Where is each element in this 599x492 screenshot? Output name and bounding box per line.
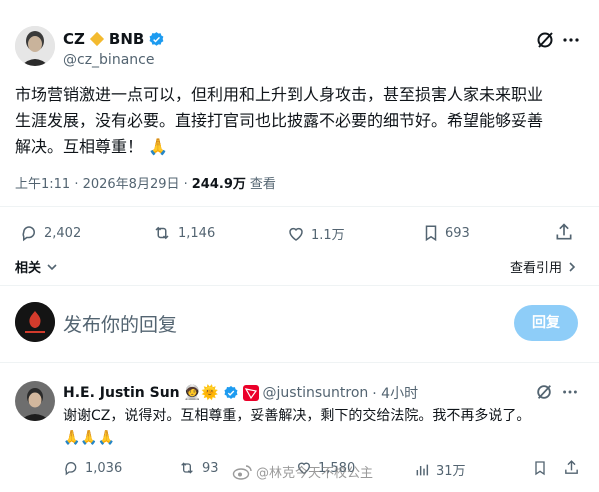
divider xyxy=(0,362,599,363)
view-count: 244.9万 xyxy=(191,177,246,192)
tweet-timestamp[interactable]: 上午1:11 · 2026年8月29日 · xyxy=(15,173,188,192)
reply-body: 谢谢CZ，说得对。互相尊重，妥善解决，剩下的交给法院。我不再多说了。 xyxy=(63,408,531,424)
tweet-body-line: 市场营销激进一点可以，但利用和上升到人身攻击，甚至损害人家未来职业 xyxy=(15,85,544,104)
reply-input[interactable]: 发布你的回复 xyxy=(63,310,177,337)
cz-avatar[interactable] xyxy=(15,26,55,66)
view-count-label: 查看 xyxy=(249,177,276,192)
tweet-body-line: 解决。互相尊重！ xyxy=(15,137,144,156)
analytics-icon xyxy=(414,462,430,478)
reply-reply-action[interactable]: 1,036 xyxy=(63,460,122,476)
reply-retweet-action[interactable]: 93 xyxy=(178,460,219,476)
divider xyxy=(0,285,599,286)
divider xyxy=(0,206,599,207)
reply-author-name[interactable]: H.E. Justin Sun xyxy=(63,385,180,401)
tron-logo-icon xyxy=(242,385,259,401)
justin-sun-avatar[interactable] xyxy=(15,381,55,421)
retweet-icon xyxy=(178,460,196,476)
bookmark-icon[interactable] xyxy=(533,460,547,476)
author-handle[interactable]: @cz_binance xyxy=(63,52,154,68)
verified-badge-icon xyxy=(223,385,239,401)
reply-time[interactable]: · 4小时 xyxy=(372,383,418,403)
bnb-diamond-icon xyxy=(89,31,105,47)
weibo-logo-icon xyxy=(232,464,252,480)
retweet-icon xyxy=(152,224,172,242)
reply-retweet-count: 93 xyxy=(202,460,219,476)
reply-author-emojis: 🧑‍🚀🌞 xyxy=(183,385,219,401)
tweet-body-line: 生涯发展，没有必要。直接打官司也比披露不必要的细节好。希望能够妥善 xyxy=(15,111,544,130)
weibo-watermark: @林克今天不校公主 xyxy=(232,462,373,481)
share-icon[interactable] xyxy=(554,222,574,242)
related-label: 相关 xyxy=(15,261,42,276)
reply-submit-button[interactable]: 回复 xyxy=(514,305,578,341)
reply-view-count: 31万 xyxy=(436,464,466,479)
bookmark-icon xyxy=(423,224,439,242)
reply-icon xyxy=(20,224,38,242)
reply-emoji-line: 🙏🙏🙏 xyxy=(63,430,116,446)
grok-icon[interactable] xyxy=(535,30,555,50)
reply-count: 2,402 xyxy=(44,225,82,241)
reply-action[interactable]: 2,402 xyxy=(20,224,81,242)
watermark-text: @林克今天不校公主 xyxy=(256,466,374,481)
grok-icon[interactable] xyxy=(535,383,553,401)
share-icon[interactable] xyxy=(563,459,580,476)
author-name[interactable]: CZ xyxy=(63,30,85,48)
verified-badge-icon xyxy=(148,31,165,48)
view-quotes-label: 查看引用 xyxy=(510,261,563,276)
reply-icon xyxy=(63,460,79,476)
view-quotes-link[interactable]: 查看引用 xyxy=(510,257,578,276)
reply-reply-count: 1,036 xyxy=(85,460,123,476)
chevron-down-icon xyxy=(45,260,59,274)
bookmark-count: 693 xyxy=(445,225,470,241)
like-action[interactable]: 1.1万 xyxy=(287,224,345,243)
chevron-right-icon xyxy=(566,260,578,274)
retweet-count: 1,146 xyxy=(178,225,216,241)
pray-emoji: 🙏 xyxy=(148,137,169,156)
reply-handle[interactable]: @justinsuntron xyxy=(263,385,369,401)
reply-views-action[interactable]: 31万 xyxy=(414,460,466,479)
more-options-icon[interactable] xyxy=(561,30,581,50)
like-count: 1.1万 xyxy=(311,228,345,243)
heart-icon xyxy=(287,225,305,243)
retweet-action[interactable]: 1,146 xyxy=(152,224,215,242)
user-avatar[interactable] xyxy=(15,302,55,342)
tweet-body: 市场营销激进一点可以，但利用和上升到人身攻击，甚至损害人家未来职业 生涯发展，没… xyxy=(15,82,590,160)
author-name-suffix[interactable]: BNB xyxy=(109,30,144,48)
bookmark-action[interactable]: 693 xyxy=(423,224,470,242)
more-options-icon[interactable] xyxy=(561,383,579,401)
related-dropdown[interactable]: 相关 xyxy=(15,257,59,276)
